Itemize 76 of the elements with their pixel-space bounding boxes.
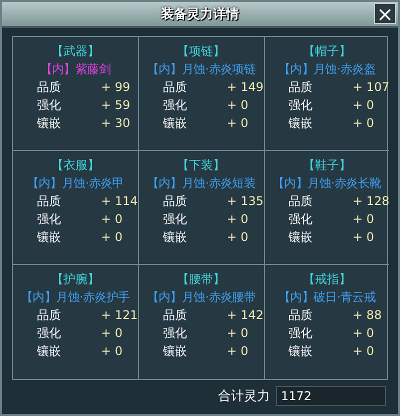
item-name: 【内】紫藤剑 [40,61,110,78]
slot-label: 【武器】 [51,43,100,60]
stat-label: 强化 [37,211,62,228]
stat-value: + 142 [226,307,264,324]
stat-value: + 107 [352,79,390,96]
stat-value: + 114 [101,193,138,210]
stat-value: + 121 [101,307,138,324]
item-name: 【内】月蚀·赤炎腰带 [146,289,256,306]
stat-label: 品质 [288,193,314,210]
stat-value: + 0 [101,325,123,342]
stat-label: 镶嵌 [288,229,314,246]
stat-label: 镶嵌 [162,229,188,246]
slot-label: 【下装】 [177,157,226,174]
stat-label: 镶嵌 [288,115,314,132]
stat-value: + 0 [352,97,374,114]
stat-label: 强化 [288,325,314,342]
stat-label: 强化 [37,97,62,114]
stat-label: 强化 [162,211,188,228]
stat-label: 品质 [288,307,314,324]
stat-label: 镶嵌 [162,115,188,132]
stat-label: 镶嵌 [37,343,62,360]
slot-label: 【衣服】 [51,157,100,174]
stat-value: + 0 [101,211,123,228]
item-name: 【内】月蚀·赤炎短装 [146,175,256,192]
stat-value: + 0 [352,211,374,228]
stat-label: 镶嵌 [162,343,188,360]
stat-value: + 30 [101,115,130,132]
slot-label: 【鞋子】 [302,157,351,174]
total-field: 1172 [276,386,386,406]
stat-label: 品质 [288,79,314,96]
slot-label: 【腰带】 [177,271,226,288]
stat-value: + 0 [226,211,248,228]
stat-label: 强化 [288,211,314,228]
stat-label: 镶嵌 [37,229,62,246]
item-name: 【内】月蚀·赤炎项链 [146,61,256,78]
stat-label: 镶嵌 [37,115,62,132]
item-name: 【内】月蚀·赤炎盔 [278,61,376,78]
stat-value: + 135 [226,193,264,210]
stat-value: + 59 [101,97,130,114]
item-name: 【内】月蚀·赤炎长靴 [272,175,382,192]
item-name: 【内】月蚀·赤炎甲 [26,175,124,192]
stat-value: + 0 [101,343,123,360]
close-button[interactable]: × [374,3,396,24]
stat-value: + 88 [352,307,382,324]
stat-label: 强化 [288,97,314,114]
stat-value: + 128 [352,193,390,210]
stat-value: + 149 [226,79,264,96]
stat-label: 镶嵌 [288,343,314,360]
stat-value: + 0 [101,229,123,246]
item-name: 【内】破日·青云戒 [278,289,376,306]
stat-label: 品质 [162,79,188,96]
stat-label: 强化 [162,97,188,114]
stat-label: 品质 [37,307,62,324]
stat-value: + 0 [352,343,374,360]
stat-value: + 0 [226,115,248,132]
slot-label: 【戒指】 [302,271,351,288]
stat-value: + 0 [226,97,248,114]
slot-label: 【项链】 [177,43,226,60]
stat-label: 品质 [37,79,62,96]
item-name: 【内】月蚀·赤炎护手 [20,289,130,306]
slot-label: 【帽子】 [302,43,351,60]
stat-label: 品质 [162,193,188,210]
stat-value: + 0 [226,325,248,342]
stat-value: + 0 [226,343,248,360]
stat-label: 强化 [162,325,188,342]
total-label: 合计灵力 [218,388,270,405]
slot-label: 【护腕】 [51,271,100,288]
stat-label: 强化 [37,325,62,342]
stat-label: 品质 [162,307,188,324]
stat-value: + 0 [226,229,248,246]
stat-value: + 99 [101,79,130,96]
stat-value: + 0 [352,229,374,246]
stat-label: 品质 [37,193,62,210]
window-title: 装备灵力详情 [161,6,239,23]
stat-value: + 0 [352,325,374,342]
stat-value: + 0 [352,115,374,132]
